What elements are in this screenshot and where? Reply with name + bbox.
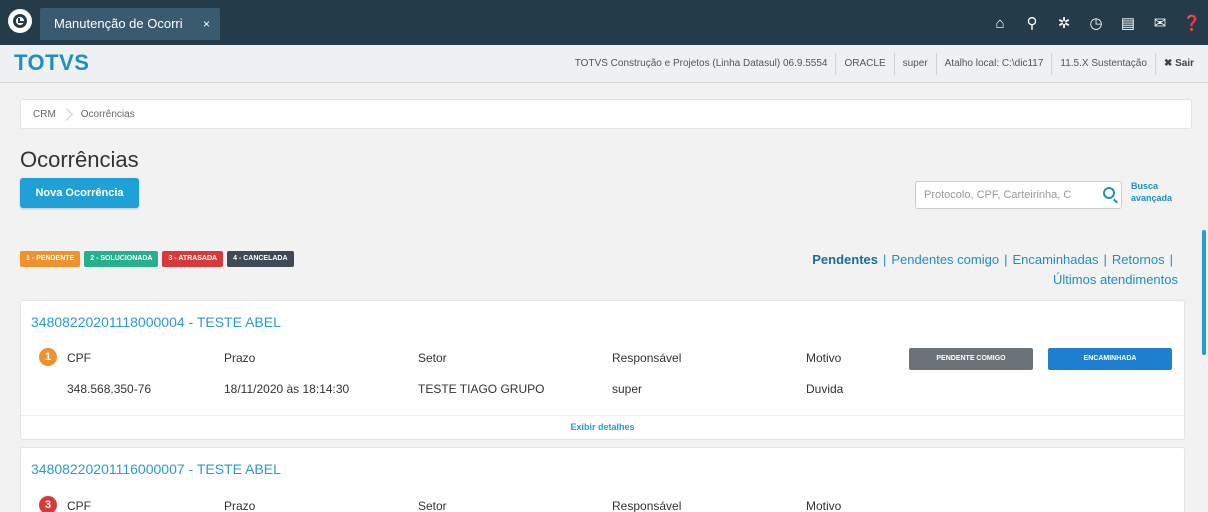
col-prazo-header: Prazo [224,499,256,512]
col-motivo-header: Motivo [806,351,842,365]
brand-logo: TOTVS [14,50,90,75]
status-indicator: 3 [39,496,57,512]
filter-separator: | [1004,252,1008,267]
org-chart-icon[interactable]: ⚲ [1016,8,1048,38]
page-title: Ocorrências [20,147,139,172]
filter-separator: | [1103,252,1107,267]
col-cpf-header: CPF [67,351,91,365]
legend-pendente: 1 - PENDENTE [20,251,81,267]
brand-bar: TOTVS TOTVS Construção e Projetos (Linha… [0,45,1208,83]
col-setor-header: Setor [418,499,447,512]
help-icon[interactable]: ❓ [1176,8,1208,38]
filter-retornos[interactable]: Retornos [1112,252,1165,267]
top-bar: Manutenção de Ocorri × ⌂ ⚲ ✲ ◷ ▤ ✉ ❓ [0,0,1208,45]
shortcut-info: Atalho local: C:\dic117 [937,53,1053,75]
document-icon[interactable]: ▤ [1112,8,1144,38]
breadcrumb-item-ocorrencias[interactable]: Ocorrências [81,109,135,120]
legend-cancelada: 4 - CANCELADA [227,251,294,267]
col-responsavel-header: Responsável [612,499,682,512]
logout-button[interactable]: ✖ Sair [1156,53,1202,75]
show-details-link[interactable]: Exibir detalhes [21,415,1184,439]
col-responsavel-header: Responsável [612,351,682,365]
app-logo-icon[interactable] [8,9,32,33]
filter-ultimos-atendimentos[interactable]: Últimos atendimentos [1053,272,1178,287]
tab-title: Manutenção de Ocorri [54,16,183,31]
col-motivo-header: Motivo [806,499,842,512]
cpf-value: 348.568.350-76 [67,382,152,396]
info-bar: TOTVS Construção e Projetos (Linha Datas… [567,53,1202,75]
search-input[interactable] [916,182,1096,208]
occurrence-card: 34808220201118000004 - TESTE ABEL 1 CPF … [20,300,1185,440]
col-cpf-header: CPF [67,499,91,512]
responsavel-value: super [612,382,643,396]
clock-icon[interactable]: ◷ [1080,8,1112,38]
tab-close-icon[interactable]: × [203,8,210,40]
filter-separator: | [1169,252,1173,267]
version-info: 11.5.X Sustentação [1052,53,1156,75]
status-legend: 1 - PENDENTE 2 - SOLUCIONADA 3 - ATRASAD… [20,251,294,267]
search-box [915,181,1122,209]
filter-links: Pendentes | Pendentes comigo | Encaminhadas |… [718,250,1178,290]
breadcrumb: CRM Ocorrências [20,99,1192,129]
top-icons: ⌂ ⚲ ✲ ◷ ▤ ✉ ❓ [984,8,1208,38]
filter-pendentes-comigo[interactable]: Pendentes comigo [891,252,999,267]
col-prazo-header: Prazo [224,351,256,365]
col-setor-header: Setor [418,351,447,365]
tab-manutencao-ocorrencia[interactable]: Manutenção de Ocorri × [40,8,220,40]
prazo-value: 18/11/2020 às 18:14:30 [224,382,350,396]
occurrence-title-link[interactable]: 34808220201118000004 - TESTE ABEL [31,314,281,330]
tag-pendente-comigo: PENDENTE COMIGO [909,348,1033,370]
user-info: super [895,53,937,75]
setor-value: TESTE TIAGO GRUPO [418,382,545,396]
occurrence-title-link[interactable]: 34808220201116000007 - TESTE ABEL [31,461,281,477]
product-info: TOTVS Construção e Projetos (Linha Datas… [567,53,837,75]
motivo-value: Duvida [806,382,844,396]
status-indicator: 1 [39,348,57,366]
filter-separator: | [883,252,887,267]
legend-atrasada: 3 - ATRASADA [162,251,224,267]
filter-encaminhadas[interactable]: Encaminhadas [1012,252,1098,267]
mail-icon[interactable]: ✉ [1144,8,1176,38]
filter-pendentes[interactable]: Pendentes [812,252,878,267]
advanced-search-link[interactable]: Busca avançada [1131,180,1181,204]
home-icon[interactable]: ⌂ [984,8,1016,38]
scrollbar[interactable] [1202,230,1206,355]
occurrence-card: 34808220201116000007 - TESTE ABEL 3 CPF … [20,447,1185,512]
gear-icon[interactable]: ✲ [1048,8,1080,38]
breadcrumb-separator-icon [59,107,73,121]
database-info: ORACLE [836,53,895,75]
tag-encaminhada: ENCAMINHADA [1048,348,1172,370]
legend-solucionada: 2 - SOLUCIONADA [84,251,159,267]
new-occurrence-button[interactable]: Nova Ocorrência [20,178,139,208]
search-icon[interactable] [1103,187,1115,199]
breadcrumb-item-crm[interactable]: CRM [33,109,56,120]
